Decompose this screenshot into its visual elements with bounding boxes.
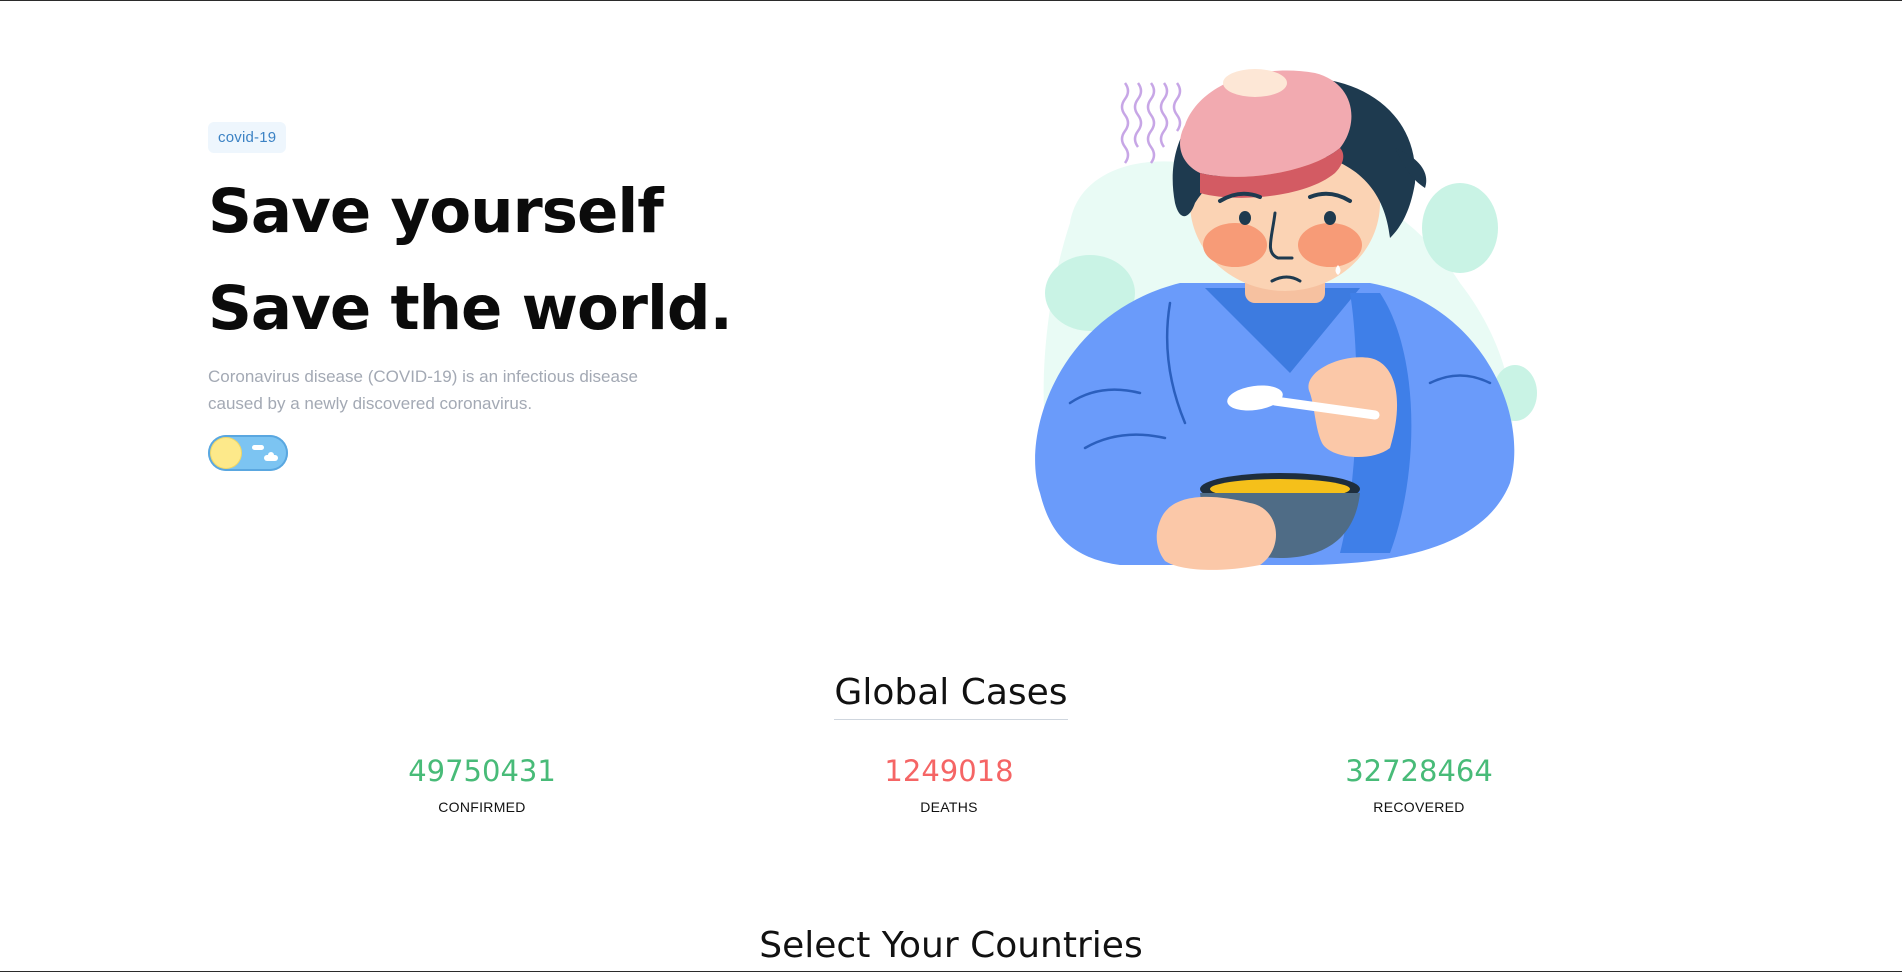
recovered-count: 32728464 (1345, 754, 1493, 788)
recovered-stat: 32728464 RECOVERED (1269, 751, 1569, 815)
global-cases-heading: Global Cases (0, 672, 1902, 720)
recovered-label: RECOVERED (1373, 799, 1465, 815)
headline-line-2: Save the world. (208, 273, 733, 344)
covid-tag: covid-19 (208, 122, 287, 153)
headline-line-1: Save yourself (208, 176, 664, 247)
theme-toggle[interactable] (208, 435, 288, 471)
global-cases-title: Global Cases (834, 672, 1068, 720)
deaths-label: DEATHS (920, 799, 978, 815)
hero-headline: Save yourself Save the world. (208, 163, 733, 357)
confirmed-count: 49750431 (408, 754, 556, 788)
hero-section: covid-19 Save yourself Save the world. C… (208, 122, 733, 471)
select-countries-title: Select Your Countries (759, 925, 1143, 966)
confirmed-label: CONFIRMED (438, 799, 526, 815)
cloud-icon (252, 445, 264, 450)
confirmed-stat: 49750431 CONFIRMED (332, 751, 632, 815)
global-stats: 49750431 CONFIRMED 1249018 DEATHS 327284… (0, 751, 1902, 831)
sun-icon (211, 438, 241, 468)
cloud-icon (268, 452, 274, 458)
deaths-count: 1249018 (884, 754, 1014, 788)
sick-person-illustration-svg (1035, 69, 1537, 570)
sick-person-illustration (1010, 53, 1570, 593)
deaths-stat: 1249018 DEATHS (799, 751, 1099, 815)
hero-description: Coronavirus disease (COVID-19) is an inf… (208, 367, 638, 413)
page: covid-19 Save yourself Save the world. C… (0, 0, 1902, 972)
